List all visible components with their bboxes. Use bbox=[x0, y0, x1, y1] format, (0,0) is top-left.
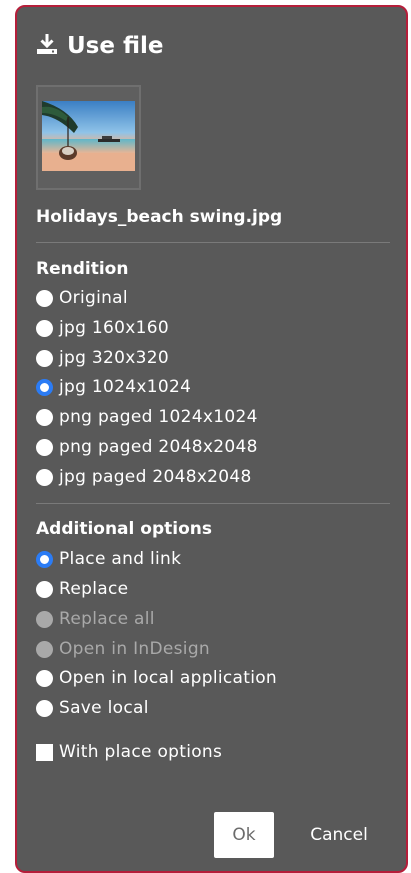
rendition-option-label: jpg 320x320 bbox=[59, 348, 169, 368]
rendition-option-png-paged-1024[interactable]: png paged 1024x1024 bbox=[36, 404, 258, 430]
with-place-options-checkbox-row[interactable]: With place options bbox=[36, 739, 222, 765]
radio-button[interactable] bbox=[36, 669, 53, 687]
radio-button-disabled bbox=[36, 610, 53, 628]
radio-button[interactable] bbox=[36, 438, 53, 456]
additional-option-label: Open in InDesign bbox=[59, 639, 210, 659]
rendition-option-jpg-paged-2048[interactable]: jpg paged 2048x2048 bbox=[36, 464, 252, 490]
additional-option-open-in-indesign: Open in InDesign bbox=[36, 636, 210, 662]
rendition-option-jpg-320[interactable]: jpg 320x320 bbox=[36, 345, 169, 371]
with-place-options-label: With place options bbox=[59, 742, 223, 762]
additional-option-replace[interactable]: Replace bbox=[36, 576, 128, 602]
ok-button[interactable]: Ok bbox=[214, 812, 274, 858]
download-icon bbox=[35, 32, 59, 60]
additional-options-heading: Additional options bbox=[36, 519, 212, 539]
additional-option-open-in-local-application[interactable]: Open in local application bbox=[36, 665, 277, 691]
radio-button[interactable] bbox=[36, 699, 53, 717]
dialog-title: Use file bbox=[67, 33, 164, 59]
rendition-option-label: jpg 160x160 bbox=[59, 318, 169, 338]
divider bbox=[36, 242, 390, 243]
rendition-option-jpg-1024[interactable]: jpg 1024x1024 bbox=[36, 374, 191, 400]
rendition-option-jpg-160[interactable]: jpg 160x160 bbox=[36, 315, 169, 341]
rendition-option-label: png paged 2048x2048 bbox=[59, 437, 258, 457]
use-file-dialog: Use file Holidays_beach swing.jpg Rendit… bbox=[15, 5, 408, 873]
radio-button[interactable] bbox=[36, 289, 53, 307]
rendition-heading: Rendition bbox=[36, 259, 129, 279]
rendition-option-label: png paged 1024x1024 bbox=[59, 407, 258, 427]
radio-button[interactable] bbox=[36, 580, 53, 598]
with-place-options-checkbox[interactable] bbox=[36, 743, 53, 761]
radio-button[interactable] bbox=[36, 319, 53, 337]
additional-option-replace-all: Replace all bbox=[36, 606, 155, 632]
additional-option-label: Place and link bbox=[59, 549, 182, 569]
additional-option-label: Open in local application bbox=[59, 668, 277, 688]
radio-button-disabled bbox=[36, 640, 53, 658]
rendition-option-label: jpg paged 2048x2048 bbox=[59, 467, 252, 487]
file-thumbnail bbox=[36, 85, 141, 190]
radio-button-selected[interactable] bbox=[36, 378, 53, 396]
additional-option-place-and-link[interactable]: Place and link bbox=[36, 546, 181, 572]
dialog-header: Use file bbox=[35, 31, 164, 61]
divider bbox=[36, 503, 390, 504]
rendition-option-label: Original bbox=[59, 288, 128, 308]
file-name: Holidays_beach swing.jpg bbox=[36, 207, 283, 227]
additional-option-label: Replace all bbox=[59, 609, 155, 629]
rendition-option-label: jpg 1024x1024 bbox=[59, 377, 192, 397]
additional-option-label: Replace bbox=[59, 579, 129, 599]
rendition-option-png-paged-2048[interactable]: png paged 2048x2048 bbox=[36, 434, 258, 460]
rendition-option-original[interactable]: Original bbox=[36, 285, 128, 311]
additional-option-save-local[interactable]: Save local bbox=[36, 695, 149, 721]
cancel-button[interactable]: Cancel bbox=[299, 812, 379, 858]
radio-button[interactable] bbox=[36, 349, 53, 367]
radio-button-selected[interactable] bbox=[36, 550, 53, 568]
radio-button[interactable] bbox=[36, 468, 53, 486]
additional-option-label: Save local bbox=[59, 698, 149, 718]
radio-button[interactable] bbox=[36, 408, 53, 426]
